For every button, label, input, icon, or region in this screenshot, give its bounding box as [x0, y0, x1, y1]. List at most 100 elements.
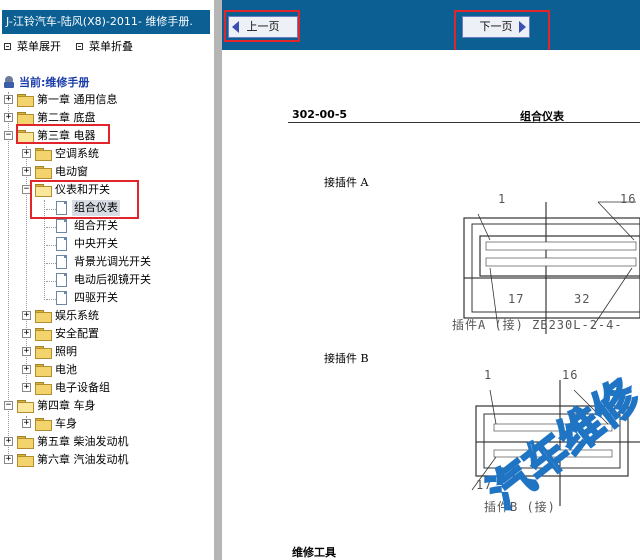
tree-item-label: 第五章 柴油发动机 [37, 435, 129, 448]
expand-toggle-icon[interactable]: + [22, 365, 31, 374]
expand-toggle-icon[interactable]: + [4, 455, 13, 464]
tree-item-label: 中央开关 [74, 237, 118, 250]
section-heading: 维修工具 [292, 546, 336, 559]
document-icon [56, 273, 67, 287]
folder-icon [35, 166, 52, 179]
app-window: J-江铃汽车-陆风(X8)-2011- 维修手册. 菜单展开 菜单折叠 当前:维… [0, 0, 640, 560]
tree-item-instruments[interactable]: − 仪表和开关 [0, 182, 214, 198]
tree-item-backlight[interactable]: 背景光调光开关 [0, 254, 214, 270]
pin-row [485, 241, 637, 267]
tree-item-label: 第六章 汽油发动机 [37, 453, 129, 466]
prev-page-button[interactable]: 上一页 [228, 16, 298, 38]
folder-icon [35, 310, 52, 323]
tree-item-label: 车身 [55, 417, 77, 430]
expand-toggle-icon[interactable]: + [4, 95, 13, 104]
folder-icon [17, 112, 34, 125]
left-nav-panel: J-江铃汽车-陆风(X8)-2011- 维修手册. 菜单展开 菜单折叠 当前:维… [0, 0, 214, 560]
collapse-toggle-icon[interactable]: − [4, 401, 13, 410]
tree-item-mirror[interactable]: 电动后视镜开关 [0, 272, 214, 288]
tree-item-label: 照明 [55, 345, 77, 358]
expand-toggle-icon[interactable]: + [4, 113, 13, 122]
tree-item-ch6[interactable]: + 第六章 汽油发动机 [0, 452, 214, 468]
arrow-right-icon [519, 21, 526, 33]
tree-item-ch2[interactable]: + 第二章 底盘 [0, 110, 214, 126]
expand-toggle-icon[interactable]: + [22, 329, 31, 338]
document-icon [56, 237, 67, 251]
folder-icon [35, 328, 52, 341]
tree-item-label: 安全配置 [55, 327, 99, 340]
tree-item-electronics[interactable]: + 电子设备组 [0, 380, 214, 396]
connector-a-label: 接插件 A [324, 176, 369, 189]
tree-item-entertainment[interactable]: + 娱乐系统 [0, 308, 214, 324]
tree-item-ch5[interactable]: + 第五章 柴油发动机 [0, 434, 214, 450]
tree-item-label: 第二章 底盘 [37, 111, 96, 124]
manual-icon [4, 76, 14, 89]
folder-icon [17, 436, 34, 449]
tree-item-label: 娱乐系统 [55, 309, 99, 322]
tree-item-ch3[interactable]: − 第三章 电器 [0, 128, 214, 144]
connector-shell [471, 223, 640, 313]
tree-item-body[interactable]: + 车身 [0, 416, 214, 432]
pin-label: 16 [620, 192, 637, 206]
pin-label: 17 [508, 292, 525, 306]
expand-toggle-icon[interactable]: + [22, 383, 31, 392]
tree-item-label: 组合开关 [74, 219, 118, 232]
expand-toggle-icon[interactable]: + [22, 347, 31, 356]
document-icon [56, 219, 67, 233]
pin-label: 32 [574, 292, 591, 306]
folder-icon [35, 364, 52, 377]
collapse-toggle-icon[interactable]: − [22, 185, 31, 194]
pin-label: 16 [562, 368, 579, 382]
page-code: 302-00-5 [292, 108, 348, 121]
next-page-label: 下一页 [479, 20, 513, 33]
tree-item-ac[interactable]: + 空调系统 [0, 146, 214, 162]
tree-item-ch1[interactable]: + 第一章 通用信息 [0, 92, 214, 108]
document-icon [56, 201, 67, 215]
tree-item-ch4[interactable]: − 第四章 车身 [0, 398, 214, 414]
pin-label: 1 [498, 192, 507, 206]
expand-toggle-icon[interactable]: + [4, 437, 13, 446]
header-rule [288, 122, 640, 123]
folder-icon [35, 148, 52, 161]
leader-line [489, 389, 497, 425]
leader-line [597, 201, 635, 241]
tree-item-lighting[interactable]: + 照明 [0, 344, 214, 360]
next-page-button[interactable]: 下一页 [462, 16, 530, 38]
tree-item-label: 背景光调光开关 [74, 255, 151, 268]
folder-icon [35, 418, 52, 431]
prev-page-label: 上一页 [246, 20, 280, 33]
tree-item-battery[interactable]: + 电池 [0, 362, 214, 378]
tree-item-window[interactable]: + 电动窗 [0, 164, 214, 180]
tree-item-label: 电池 [55, 363, 77, 376]
tree-item-safety[interactable]: + 安全配置 [0, 326, 214, 342]
collapse-toggle-icon[interactable]: − [4, 131, 13, 140]
tree-root-label: 当前:维修手册 [19, 76, 90, 89]
folder-icon [35, 346, 52, 359]
tree-item-label: 四驱开关 [74, 291, 118, 304]
folder-icon [17, 94, 34, 107]
folder-icon [35, 382, 52, 395]
document-view[interactable]: 302-00-5 组合仪表 接插件 A 1 16 17 32 插件A (接) Z… [222, 50, 640, 560]
tree-item-combo-switch[interactable]: 组合开关 [0, 218, 214, 234]
arrow-left-icon [232, 21, 239, 33]
tree-item-label: 仪表和开关 [55, 183, 110, 196]
open-folder-icon [17, 130, 34, 143]
expand-toggle-icon[interactable]: + [22, 167, 31, 176]
tree-item-central-switch[interactable]: 中央开关 [0, 236, 214, 252]
connector-b-label: 接插件 B [324, 352, 369, 365]
nav-tree: 当前:维修手册 + 第一章 通用信息 + 第二章 底盘 − 第三章 电器 + 空… [0, 0, 214, 560]
tree-item-label: 电子设备组 [55, 381, 110, 394]
tree-item-awd[interactable]: 四驱开关 [0, 290, 214, 306]
document-icon [56, 291, 67, 305]
tree-item-label: 电动后视镜开关 [74, 273, 151, 286]
tree-item-label: 空调系统 [55, 147, 99, 160]
tree-item-label-selected: 组合仪表 [72, 200, 120, 216]
connector-a-caption: 插件A (接) ZB230L-2-4- [452, 318, 623, 332]
tree-item-label: 电动窗 [55, 165, 88, 178]
panel-splitter[interactable] [214, 0, 222, 560]
tree-item-cluster[interactable]: 组合仪表 [0, 200, 214, 216]
expand-toggle-icon[interactable]: + [22, 149, 31, 158]
expand-toggle-icon[interactable]: + [22, 311, 31, 320]
expand-toggle-icon[interactable]: + [22, 419, 31, 428]
tree-root[interactable]: 当前:维修手册 [0, 75, 214, 91]
